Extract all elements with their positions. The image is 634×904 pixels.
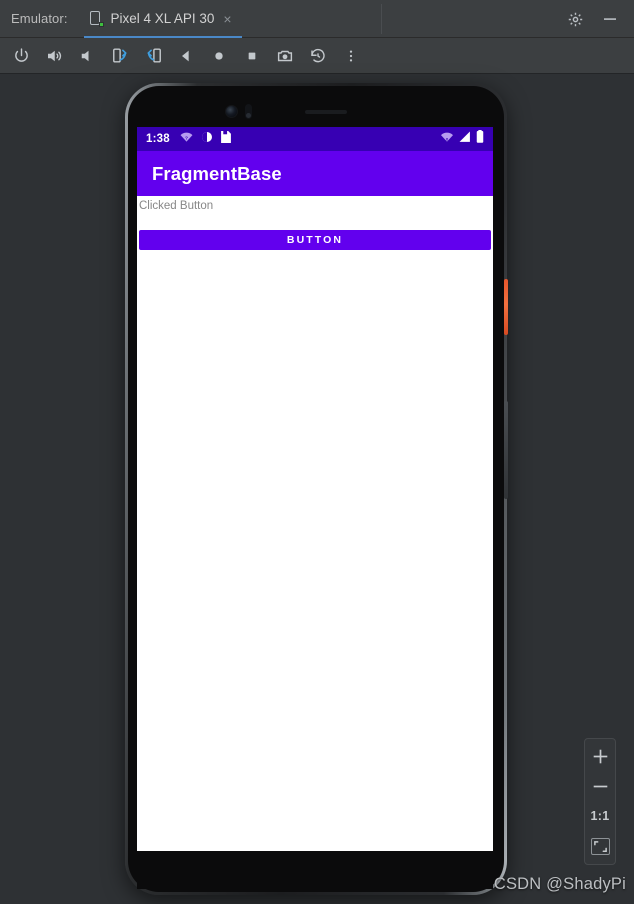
zoom-in-button[interactable] (587, 745, 613, 767)
save-sd-icon (220, 130, 231, 148)
cellular-signal-icon (459, 130, 471, 148)
screenshot-camera-icon[interactable] (273, 44, 297, 68)
watermark-text: CSDN @ShadyPi (493, 875, 626, 893)
more-vertical-icon[interactable] (339, 44, 363, 68)
front-camera-icon (225, 105, 238, 118)
status-textview: Clicked Button (139, 200, 214, 212)
window-titlebar: Emulator: Pixel 4 XL API 30 × (0, 0, 634, 38)
fit-to-screen-icon[interactable] (587, 835, 613, 857)
actual-size-button[interactable]: 1:1 (587, 805, 613, 827)
app-title: FragmentBase (152, 162, 282, 184)
hardware-volume-rocker[interactable] (504, 401, 508, 499)
device-screen[interactable]: 1:38 ? x FragmentBase Clicked Button BUT… (137, 127, 493, 851)
earpiece-speaker (305, 110, 347, 114)
fragment-action-button[interactable]: BUTTON (139, 230, 491, 250)
device-bottom-bezel (137, 851, 493, 889)
rotate-left-icon[interactable] (108, 44, 132, 68)
wifi-unknown-icon: ? (180, 130, 193, 148)
zoom-control-panel: 1:1 (584, 738, 616, 865)
emulated-device: 1:38 ? x FragmentBase Clicked Button BUT… (125, 83, 508, 904)
app-action-bar: FragmentBase (137, 151, 493, 196)
history-rotate-icon[interactable] (306, 44, 330, 68)
minimize-icon[interactable] (602, 11, 618, 27)
app-content-area: Clicked Button BUTTON (137, 196, 493, 851)
zoom-out-button[interactable] (587, 775, 613, 797)
power-icon[interactable] (9, 44, 33, 68)
green-running-dot (98, 21, 104, 27)
close-icon[interactable]: × (221, 12, 231, 26)
wifi-off-icon: x (440, 130, 454, 148)
device-tab[interactable]: Pixel 4 XL API 30 × (83, 0, 242, 38)
proximity-sensor-icon (245, 104, 252, 119)
status-clock: 1:38 (146, 133, 170, 145)
svg-text:?: ? (185, 136, 188, 142)
emulator-stage: 1:38 ? x FragmentBase Clicked Button BUT… (0, 75, 634, 904)
volume-down-icon[interactable] (75, 44, 99, 68)
titlebar-divider (381, 4, 382, 34)
battery-full-icon (476, 130, 484, 148)
gear-icon[interactable] (567, 11, 584, 28)
emulator-window: Emulator: Pixel 4 XL API 30 × 1:38 ? x F… (0, 0, 634, 904)
back-icon[interactable] (174, 44, 198, 68)
device-phone-icon (89, 10, 104, 27)
emulator-label: Emulator: (11, 11, 68, 26)
rotate-right-icon[interactable] (141, 44, 165, 68)
volume-up-icon[interactable] (42, 44, 66, 68)
device-top-bezel (137, 95, 493, 127)
home-icon[interactable] (207, 44, 231, 68)
do-not-disturb-icon (201, 130, 213, 148)
android-status-bar: 1:38 ? x (137, 127, 493, 151)
hardware-power-button[interactable] (504, 279, 508, 335)
emulator-control-toolbar (0, 38, 634, 74)
overview-icon[interactable] (240, 44, 264, 68)
device-tab-label: Pixel 4 XL API 30 (110, 11, 215, 26)
